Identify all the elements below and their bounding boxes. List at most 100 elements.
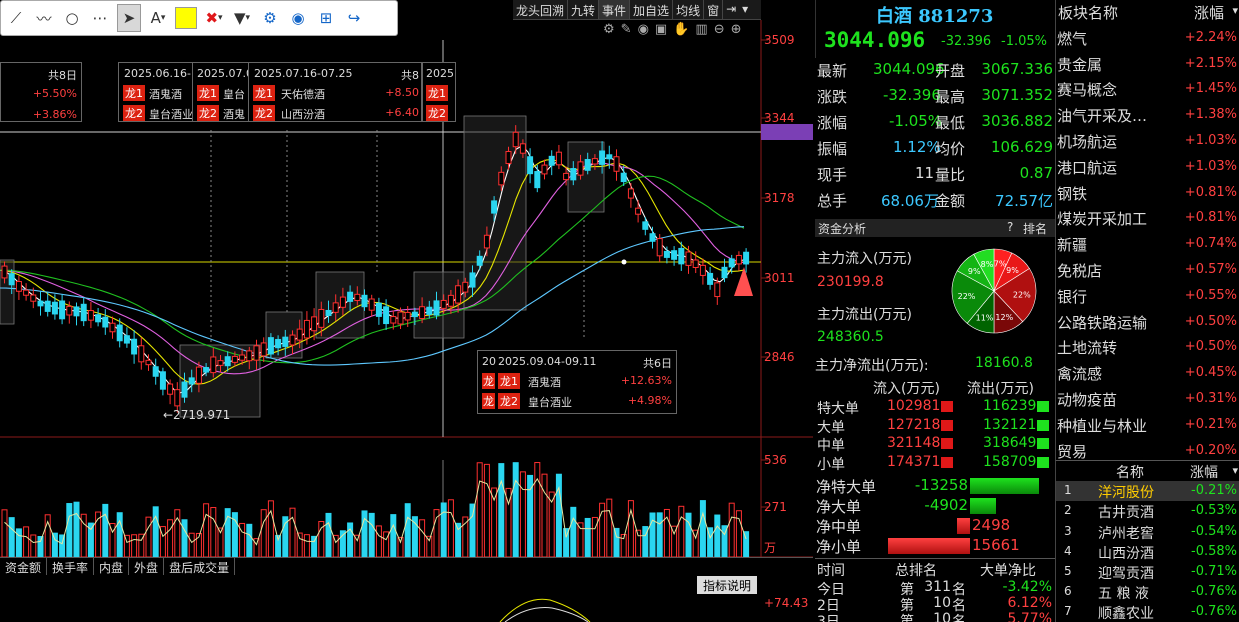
sector-row[interactable]: 机场航运 +1.03% — [1056, 129, 1239, 155]
help-button[interactable]: ? — [1007, 220, 1013, 234]
inflow-header: 流入(万元) — [873, 381, 940, 397]
constituent-stock-list: 名称 涨幅 ▾ 1 洋河股份 -0.21% 2 古井贡酒 -0.53% 3 泸州老窖 -0.54… — [1055, 460, 1239, 622]
settings-icon[interactable]: ⚙ — [603, 22, 615, 40]
eye-icon[interactable]: ◉ — [638, 22, 649, 40]
wave-icon[interactable]: 〰 — [33, 4, 55, 32]
rank-header-time: 时间 — [817, 563, 845, 579]
sector-row[interactable]: 土地流转 +0.50% — [1056, 335, 1239, 361]
candle-body — [66, 305, 73, 316]
event-box-5[interactable]: 2025 龙1 龙2 — [422, 62, 456, 122]
sector-row[interactable]: 新疆 +0.74% — [1056, 232, 1239, 258]
candle-body — [339, 296, 346, 308]
event-box-1[interactable]: 共8日 +5.50% +3.86% — [0, 62, 82, 122]
stock-header-pct[interactable]: 涨幅 — [1190, 462, 1218, 482]
lock-icon[interactable]: ▣ — [655, 22, 667, 40]
sector-row[interactable]: 港口航运 +1.03% — [1056, 155, 1239, 181]
stock-row[interactable]: 5 迎驾贡酒 -0.71% — [1056, 562, 1239, 582]
sector-pct: +1.45% — [1184, 81, 1237, 97]
sector-row[interactable]: 煤炭开采加工 +0.81% — [1056, 206, 1239, 232]
sector-row[interactable]: 燃气 +2.24% — [1056, 26, 1239, 52]
main-outflow-value: 248360.5 — [817, 329, 884, 345]
event-box-3[interactable]: 2025.07.0 龙1 皇台 龙2 酒鬼 — [192, 62, 250, 122]
stock-index: 6 — [1064, 584, 1072, 599]
sector-row[interactable]: 免税店 +0.57% — [1056, 258, 1239, 284]
dragon-name-2: 皇台酒业 — [528, 396, 572, 409]
rank-header-total: 总排名 — [895, 563, 937, 579]
tab-fund-amount[interactable]: 资金额 — [0, 558, 48, 575]
tab-outer[interactable]: 外盘 — [129, 558, 165, 575]
sector-row[interactable]: 贵金属 +2.15% — [1056, 52, 1239, 78]
tab-dragon-review[interactable]: 龙头回溯 — [513, 0, 569, 19]
zoom-out-icon[interactable]: ⊖ — [714, 22, 725, 40]
zoom-in-icon[interactable]: ⊕ — [731, 22, 742, 40]
tab-window[interactable]: 窗 — [704, 0, 724, 19]
pointer-icon[interactable]: ➤ — [117, 4, 141, 32]
event-box-4[interactable]: 2025.07.16-07.25 共8 龙1 天佑德酒 +8.50 龙2 山西汾… — [248, 62, 422, 122]
candle-body — [44, 300, 51, 312]
sector-header-name[interactable]: 板块名称 — [1058, 2, 1118, 23]
share-icon[interactable]: ↪ — [343, 4, 365, 32]
tab-nine-turn[interactable]: 九转 — [568, 0, 600, 19]
more-button[interactable]: ⋯ — [89, 4, 111, 32]
volume-bar — [498, 463, 505, 558]
stock-row[interactable]: 2 古井贡酒 -0.53% — [1056, 501, 1239, 521]
tab-inner[interactable]: 内盘 — [94, 558, 130, 575]
tab-ma[interactable]: 均线 — [673, 0, 705, 19]
sector-row[interactable]: 公路铁路运输 +0.50% — [1056, 310, 1239, 336]
stock-row[interactable]: 3 泸州老窖 -0.54% — [1056, 522, 1239, 542]
circle-icon[interactable]: ○ — [61, 4, 83, 32]
tab-turnover[interactable]: 换手率 — [47, 558, 95, 575]
sector-row[interactable]: 油气开采及… +1.38% — [1056, 103, 1239, 129]
sector-pct: +0.50% — [1184, 313, 1237, 329]
volume-bar — [66, 503, 73, 558]
delete-icon[interactable]: ✖ ▾ — [203, 4, 225, 32]
rank-button[interactable]: 排名 — [1023, 220, 1047, 237]
outflow-header: 流出(万元) — [967, 381, 1034, 397]
stock-row[interactable]: 1 洋河股份 -0.21% — [1056, 481, 1239, 502]
stock-header-name[interactable]: 名称 — [1116, 462, 1144, 482]
rank-ratio: 5.77% — [1007, 611, 1052, 622]
sector-row[interactable]: 禽流感 +0.45% — [1056, 361, 1239, 387]
candle-body — [347, 291, 354, 302]
dragon-tag-2: 龙2 — [123, 105, 145, 121]
text-tool-button[interactable]: A ▾ — [147, 4, 169, 32]
event-box-6[interactable]: 20 2025.09.04-09.11 共6日 龙 龙1 酒鬼酒 +12.63%… — [477, 350, 677, 414]
candle-body — [325, 309, 332, 317]
sector-row[interactable]: 动物疫苗 +0.31% — [1056, 387, 1239, 413]
event-box-2[interactable]: 2025.06.16- 龙1 酒鬼酒 龙2 皇台酒业 — [118, 62, 194, 122]
color-picker-button[interactable] — [175, 4, 197, 32]
trash-icon[interactable]: ▥ — [695, 22, 707, 40]
sector-pct: +0.81% — [1184, 184, 1237, 200]
stock-row[interactable]: 4 山西汾酒 -0.58% — [1056, 542, 1239, 562]
candle-body — [491, 200, 498, 214]
eye-icon[interactable]: ◉ — [287, 4, 309, 32]
volume-bar — [145, 516, 152, 558]
hand-icon[interactable]: ✋ — [673, 22, 689, 40]
sector-header-pct[interactable]: 涨幅 — [1194, 2, 1224, 23]
trend-line-icon[interactable]: ⟋ — [5, 4, 27, 32]
gear-icon[interactable]: ⚙ — [259, 4, 281, 32]
tab-events[interactable]: 事件 — [599, 0, 631, 19]
last-price: 3044.096 — [824, 28, 926, 52]
chevron-down-icon[interactable]: ▾ — [739, 0, 751, 19]
draw-icon[interactable]: ✎ — [621, 22, 632, 40]
stat-label: 现手 — [817, 166, 848, 184]
sector-row[interactable]: 钢铁 +0.81% — [1056, 181, 1239, 207]
tab-after-hours[interactable]: 盘后成交量 — [164, 558, 236, 575]
exit-icon[interactable]: ⇥ — [723, 0, 739, 19]
volume-bar — [728, 502, 735, 558]
tab-add-watchlist[interactable]: 加自选 — [630, 0, 674, 19]
sector-row[interactable]: 种植业与林业 +0.21% — [1056, 413, 1239, 439]
sector-row[interactable]: 赛马概念 +1.45% — [1056, 77, 1239, 103]
indicator-help-button[interactable]: 指标说明 — [697, 576, 757, 594]
current-price-marker — [761, 124, 813, 140]
bookmark-icon[interactable]: ▼ ▾ — [231, 4, 253, 32]
grid-icon[interactable]: ⊞ — [315, 4, 337, 32]
sector-row[interactable]: 银行 +0.55% — [1056, 284, 1239, 310]
stock-row[interactable]: 7 顺鑫农业 -0.76% — [1056, 602, 1239, 622]
candle-body — [476, 255, 483, 266]
candle-body — [80, 303, 87, 322]
volume-bar — [311, 535, 318, 558]
event-header: 共8 — [401, 69, 419, 82]
stock-row[interactable]: 6 五 粮 液 -0.76% — [1056, 582, 1239, 602]
